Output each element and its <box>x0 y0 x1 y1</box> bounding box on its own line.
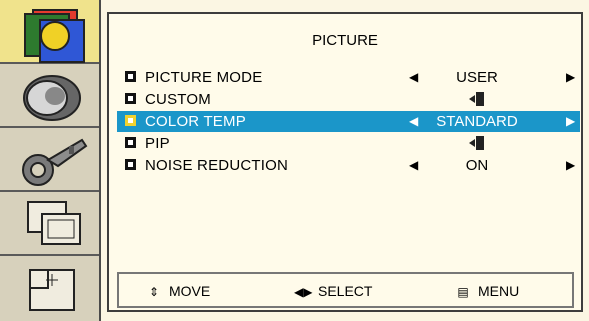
page-title: PICTURE <box>312 32 378 49</box>
menu-item-label: COLOR TEMP <box>145 113 246 130</box>
sidebar-item-pip[interactable] <box>0 256 99 321</box>
menu-item-label: PICTURE MODE <box>145 69 263 86</box>
arrow-right-icon[interactable]: ▶ <box>566 113 575 130</box>
arrow-right-icon[interactable]: ▶ <box>566 157 575 174</box>
up-down-arrow-icon: ⇕ <box>148 285 160 299</box>
hint-menu-label: MENU <box>478 283 520 299</box>
enter-submenu-icon[interactable] <box>469 135 485 151</box>
bullet-icon <box>125 159 136 170</box>
screen-icon <box>27 201 81 245</box>
menu-item-label: CUSTOM <box>145 91 211 108</box>
menu-item-value: ON <box>465 157 489 174</box>
left-right-arrow-icon: ◀▶ <box>294 285 313 299</box>
bullet-icon <box>125 71 136 82</box>
sidebar <box>0 0 101 321</box>
arrow-left-icon[interactable]: ◀ <box>409 69 418 86</box>
footer-help: ⇕ MOVE ◀▶ SELECT ▤ MENU <box>117 272 574 308</box>
key-icon <box>22 138 88 186</box>
menu-item-color-temp[interactable]: COLOR TEMP ◀ STANDARD ▶ <box>117 111 580 132</box>
pip-icon <box>29 269 75 311</box>
bullet-selected-icon <box>125 115 136 126</box>
arrow-left-icon[interactable]: ◀ <box>409 157 418 174</box>
sidebar-item-screen[interactable] <box>0 192 99 256</box>
menu-icon: ▤ <box>457 285 469 299</box>
hint-move: ⇕ MOVE <box>145 283 210 299</box>
hint-select: ◀▶ SELECT <box>294 283 372 299</box>
picture-icon <box>24 9 85 63</box>
bullet-icon <box>125 137 136 148</box>
hint-select-label: SELECT <box>318 283 373 299</box>
enter-submenu-icon[interactable] <box>469 91 485 107</box>
menu-item-custom[interactable]: CUSTOM <box>117 89 580 110</box>
arrow-left-icon[interactable]: ◀ <box>409 113 418 130</box>
menu-item-noise-reduction[interactable]: NOISE REDUCTION ◀ ON ▶ <box>117 155 580 176</box>
menu-frame: PICTURE PICTURE MODE ◀ USER ▶ CUSTOM COL… <box>107 12 583 312</box>
menu-item-pip[interactable]: PIP <box>117 133 580 154</box>
hint-move-label: MOVE <box>169 283 211 299</box>
menu-item-value: USER <box>456 69 498 86</box>
speaker-icon <box>23 75 81 121</box>
bullet-icon <box>125 93 136 104</box>
menu-item-label: PIP <box>145 135 170 152</box>
sidebar-item-picture[interactable] <box>0 0 99 64</box>
hint-menu: ▤ MENU <box>454 283 519 299</box>
menu-item-picture-mode[interactable]: PICTURE MODE ◀ USER ▶ <box>117 67 580 88</box>
sidebar-item-sound[interactable] <box>0 64 99 128</box>
menu-panel: PICTURE PICTURE MODE ◀ USER ▶ CUSTOM COL… <box>101 0 589 321</box>
menu-item-value: STANDARD <box>436 113 518 130</box>
arrow-right-icon[interactable]: ▶ <box>566 69 575 86</box>
menu-item-label: NOISE REDUCTION <box>145 157 289 174</box>
sidebar-item-setup[interactable] <box>0 128 99 192</box>
